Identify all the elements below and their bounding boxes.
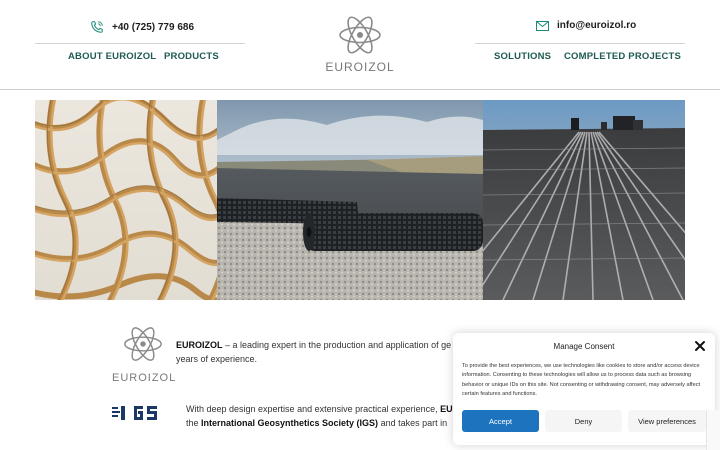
igs-line1-bold: EU [440,404,453,414]
nav-about[interactable]: ABOUT EUROIZOL [68,51,156,62]
close-icon[interactable] [694,340,706,352]
nav-completed-projects[interactable]: COMPLETED PROJECTS [564,51,681,62]
igs-society-name: International Geosynthetics Society (IGS… [201,418,379,428]
igs-paragraph: With deep design expertise and extensive… [186,402,456,430]
igs-logo-icon [112,406,157,420]
intro-logo-wordmark: EUROIZOL [112,372,177,384]
phone-icon [91,21,103,33]
hero-banner [35,100,685,300]
igs-line2-prefix: the [186,418,202,428]
cookie-consent-dialog: Manage Consent To provide the best exper… [453,333,715,445]
email-contact[interactable]: info@euroizol.ro [536,20,636,31]
recaptcha-badge[interactable] [706,410,720,450]
envelope-icon [536,20,549,31]
igs-line2-rest: and takes part in [378,418,448,428]
consent-description: To provide the best experiences, we use … [462,363,701,398]
intro-text-rest: – a leading expert in the production and… [222,340,452,350]
intro-paragraph: EUROIZOL – a leading expert in the produ… [176,338,466,366]
hero-image-road-geogrid [483,100,685,300]
hero-image-geogrid-rolls [217,100,483,300]
phone-number: +40 (725) 779 686 [112,21,195,33]
site-logo[interactable]: EUROIZOL [322,12,398,78]
site-header: +40 (725) 779 686 ABOUT EUROIZOL PRODUCT… [0,0,720,90]
logo-wordmark: EUROIZOL [325,60,395,74]
nav-solutions[interactable]: SOLUTIONS [494,51,551,62]
deny-button[interactable]: Deny [545,410,622,432]
intro-logo: EUROIZOL [112,322,177,384]
consent-title: Manage Consent [553,342,615,351]
nav-products[interactable]: PRODUCTS [164,51,219,62]
intro-brand: EUROIZOL [176,340,223,350]
view-preferences-button[interactable]: View preferences [628,410,706,432]
igs-line1-prefix: With deep design expertise and extensive… [186,404,441,414]
header-divider-right [475,43,685,44]
header-divider-left [35,43,245,44]
hero-image-coir-mesh [35,100,217,300]
accept-button[interactable]: Accept [462,410,539,432]
email-address: info@euroizol.ro [557,20,637,31]
atom-logo-icon [339,16,381,54]
intro-line2: years of experience. [176,354,258,364]
atom-logo-icon [124,327,162,361]
phone-contact[interactable]: +40 (725) 779 686 [90,20,194,34]
